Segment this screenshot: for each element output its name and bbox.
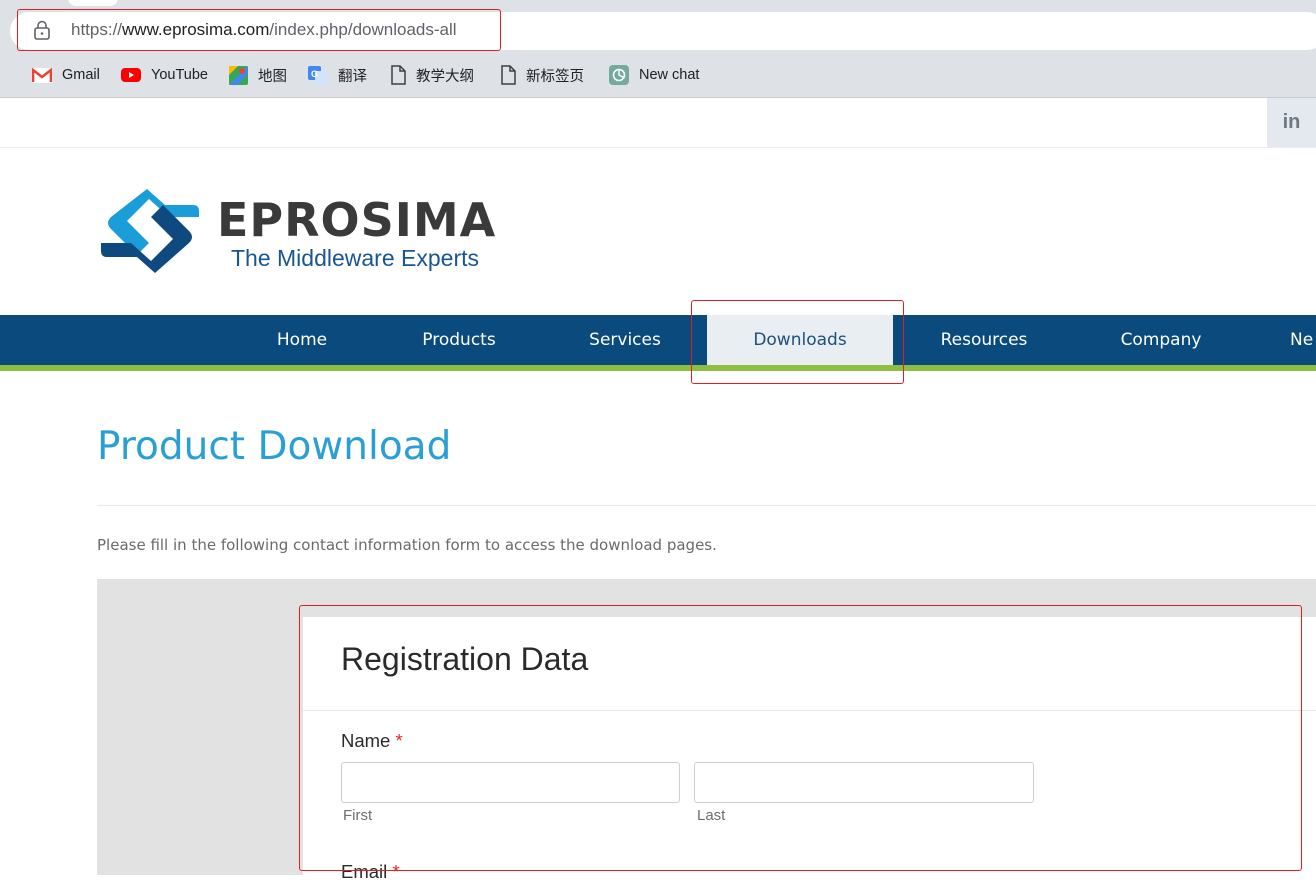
bookmark-label: 新标签页 xyxy=(526,68,584,85)
url-host: www.eprosima.com xyxy=(122,20,270,39)
bookmark-label: Gmail xyxy=(62,67,100,83)
form-title: Registration Data xyxy=(341,641,589,677)
chatgpt-icon xyxy=(609,65,629,85)
bookmark-label: 地图 xyxy=(258,68,287,85)
logo-tagline: The Middleware Experts xyxy=(231,245,479,271)
utility-bar: in xyxy=(0,98,1316,148)
bookmarks-bar: Gmail YouTube 地图 G 翻译 教学大纲 新标签页 New chat xyxy=(0,60,1316,90)
bookmark-syllabus[interactable]: 教学大纲 xyxy=(390,64,474,86)
required-mark: * xyxy=(395,730,403,751)
required-mark: * xyxy=(392,861,400,882)
bookmark-label: New chat xyxy=(639,67,700,83)
site-logo[interactable]: EPROSIMA The Middleware Experts xyxy=(97,185,495,280)
nav-company[interactable]: Company xyxy=(1096,315,1226,365)
page-icon xyxy=(391,65,406,85)
linkedin-button[interactable]: in xyxy=(1267,98,1316,147)
maps-icon xyxy=(229,65,248,85)
url-scheme: https:// xyxy=(71,20,123,39)
last-sublabel: Last xyxy=(697,807,726,824)
nav-products[interactable]: Products xyxy=(393,315,525,365)
bookmark-label: YouTube xyxy=(151,67,208,83)
bookmark-youtube[interactable]: YouTube xyxy=(121,64,208,86)
eprosima-logo-icon xyxy=(101,189,199,273)
linkedin-icon: in xyxy=(1282,111,1301,133)
bookmark-label: 翻译 xyxy=(338,68,367,85)
url-text[interactable]: https://www.eprosima.com/index.php/downl… xyxy=(71,20,457,40)
form-divider xyxy=(303,710,1316,711)
registration-form: Registration Data Name * First Last Emai… xyxy=(303,617,1316,882)
bookmark-maps[interactable]: 地图 xyxy=(229,64,287,86)
bookmark-new-tab[interactable]: 新标签页 xyxy=(500,64,584,86)
last-name-input[interactable] xyxy=(694,762,1034,803)
page-icon xyxy=(501,65,516,85)
first-name-input[interactable] xyxy=(341,762,680,803)
intro-text: Please fill in the following contact inf… xyxy=(97,536,717,554)
bookmark-label: 教学大纲 xyxy=(416,68,474,85)
main-nav: Home Products Services Downloads Resourc… xyxy=(0,315,1316,365)
url-path: /index.php/downloads-all xyxy=(269,20,457,39)
browser-chrome: https://www.eprosima.com/index.php/downl… xyxy=(0,0,1316,97)
bookmark-new-chat[interactable]: New chat xyxy=(609,64,699,86)
nav-accent-bar xyxy=(0,365,1316,371)
gmail-icon xyxy=(32,67,52,83)
svg-text:G: G xyxy=(311,69,318,79)
translate-icon: G xyxy=(308,65,328,85)
first-sublabel: First xyxy=(343,807,373,824)
bookmark-translate[interactable]: G 翻译 xyxy=(308,64,367,86)
page-title: Product Download xyxy=(97,424,452,469)
bookmark-gmail[interactable]: Gmail xyxy=(32,64,100,86)
lock-icon[interactable] xyxy=(33,20,51,40)
nav-home[interactable]: Home xyxy=(242,315,362,365)
title-divider xyxy=(97,505,1316,506)
nav-news[interactable]: Ne xyxy=(1290,315,1316,365)
logo-name: EPROSIMA xyxy=(217,193,497,247)
name-label: Name * xyxy=(341,730,403,751)
browser-tab[interactable] xyxy=(68,0,118,6)
nav-downloads[interactable]: Downloads xyxy=(707,315,893,365)
email-label: Email * xyxy=(341,861,400,882)
nav-services[interactable]: Services xyxy=(565,315,685,365)
youtube-icon xyxy=(121,68,141,82)
nav-resources[interactable]: Resources xyxy=(920,315,1048,365)
